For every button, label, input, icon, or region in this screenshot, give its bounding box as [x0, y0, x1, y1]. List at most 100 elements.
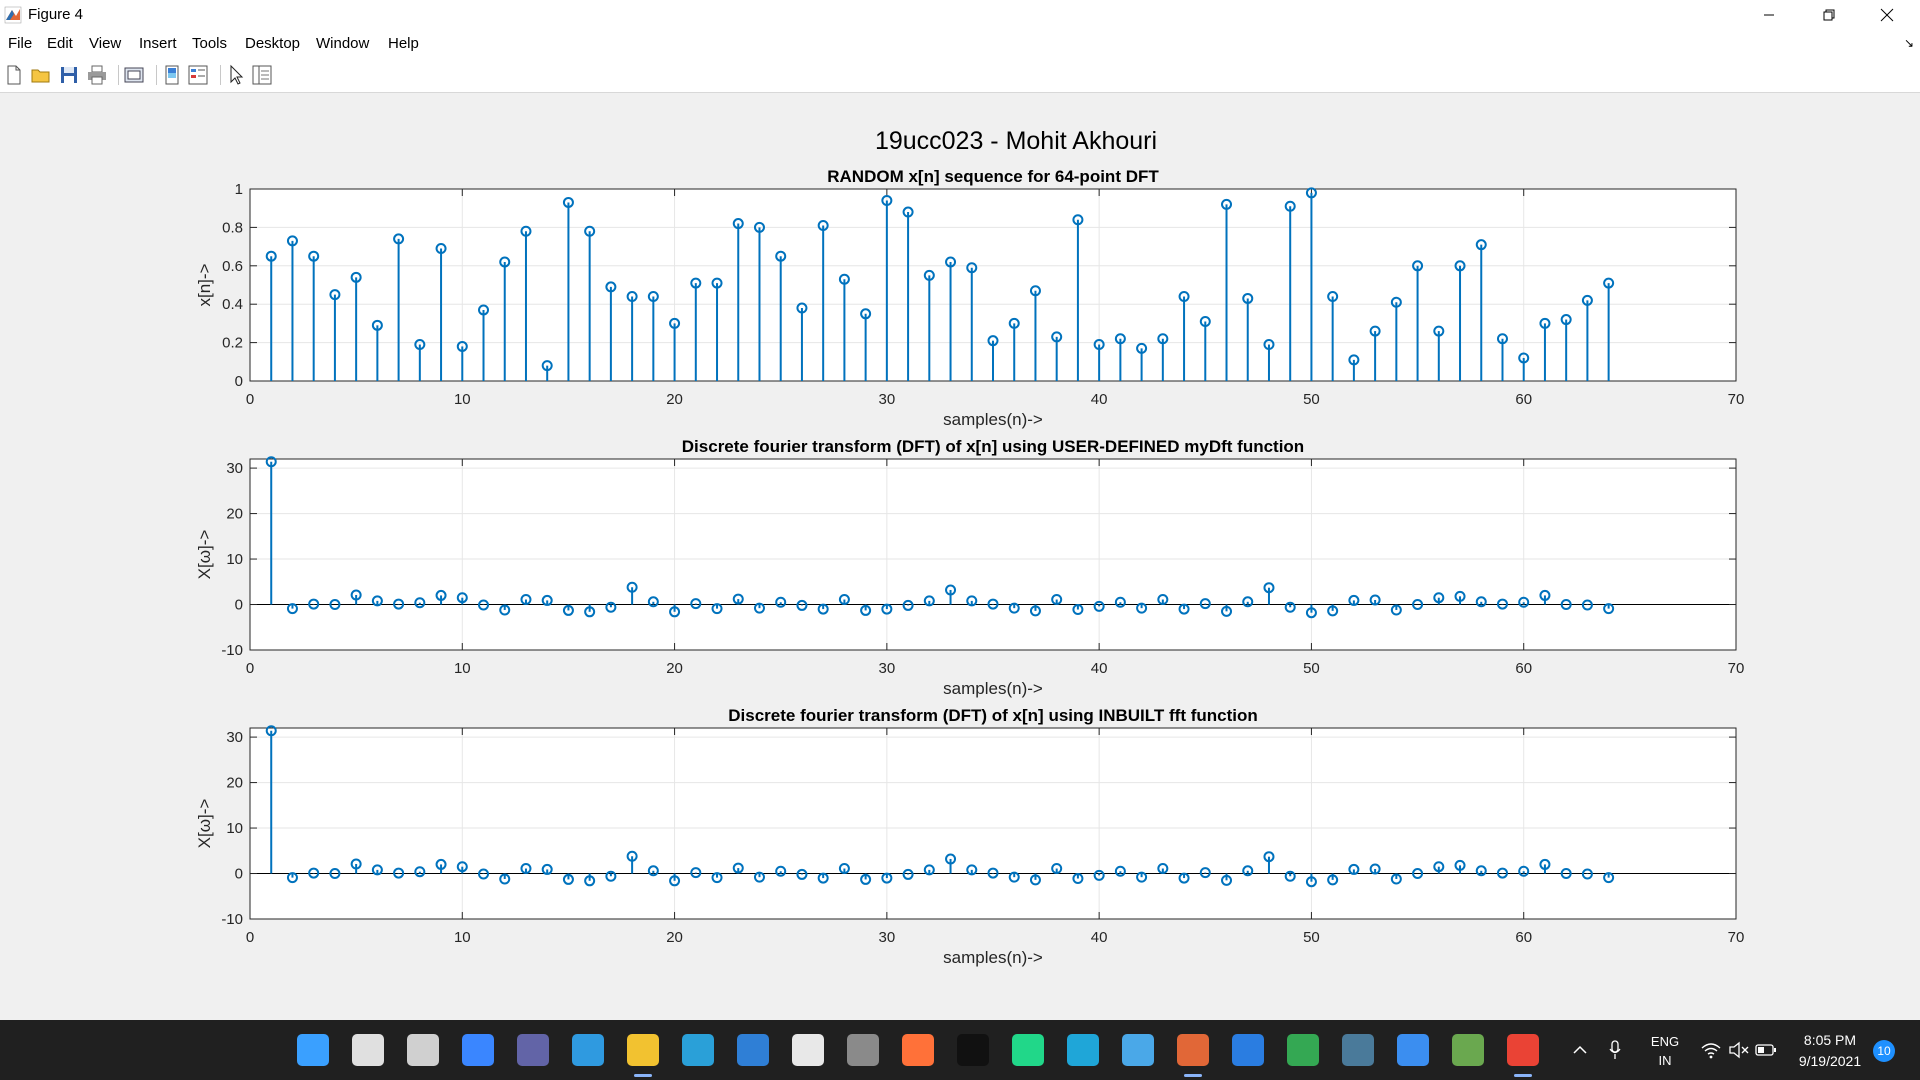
- y-tick-label: 0: [235, 866, 243, 883]
- y-tick-label: 0: [235, 373, 243, 390]
- y-tick-label: -10: [221, 911, 243, 928]
- start-icon[interactable]: [297, 1034, 329, 1066]
- notepad-icon[interactable]: [1122, 1034, 1154, 1066]
- terminal-icon[interactable]: [957, 1034, 989, 1066]
- bing-icon[interactable]: [1232, 1034, 1264, 1066]
- menu-tools[interactable]: Tools: [192, 35, 227, 52]
- calculator-icon[interactable]: [847, 1034, 879, 1066]
- new-figure-icon[interactable]: [2, 63, 26, 87]
- toolbar-separator: [156, 65, 157, 85]
- x-tick-label: 0: [246, 391, 254, 408]
- x-tick-label: 30: [879, 660, 896, 677]
- file-explorer-icon[interactable]: [627, 1034, 659, 1066]
- clock-time[interactable]: 8:05 PM: [1790, 1032, 1870, 1048]
- vscode-icon[interactable]: [572, 1034, 604, 1066]
- x-tick-label: 0: [246, 660, 254, 677]
- wifi-icon[interactable]: [1700, 1041, 1722, 1059]
- window-title: Figure 4: [28, 6, 84, 23]
- x-tick-label: 50: [1303, 929, 1320, 946]
- menu-bar: File Edit View Insert Tools Desktop Wind…: [0, 30, 1920, 58]
- x-tick-label: 30: [879, 929, 896, 946]
- y-tick-label: 10: [226, 820, 243, 837]
- x-tick-label: 40: [1091, 391, 1108, 408]
- microphone-icon[interactable]: [1607, 1039, 1623, 1061]
- teams-chat-icon[interactable]: [517, 1034, 549, 1066]
- dropbox-icon[interactable]: [792, 1034, 824, 1066]
- running-app-indicator: [634, 1074, 652, 1077]
- x-tick-label: 50: [1303, 391, 1320, 408]
- speaker-muted-icon[interactable]: [1728, 1041, 1750, 1059]
- desktop-icon[interactable]: [682, 1034, 714, 1066]
- widgets-icon[interactable]: [462, 1034, 494, 1066]
- dock-arrow-icon[interactable]: ↘: [1904, 36, 1914, 50]
- y-tick-label: 0.8: [222, 219, 243, 236]
- x-tick-label: 70: [1728, 660, 1745, 677]
- legend-icon[interactable]: [186, 63, 210, 87]
- restore-button[interactable]: [1806, 0, 1852, 30]
- minimize-button[interactable]: [1746, 0, 1792, 30]
- language-region: IN: [1658, 1053, 1672, 1068]
- close-button[interactable]: [1864, 0, 1910, 30]
- paint-icon[interactable]: [1452, 1034, 1484, 1066]
- menu-desktop[interactable]: Desktop: [245, 35, 300, 52]
- y-tick-label: 0.4: [222, 296, 243, 313]
- x-tick-label: 20: [666, 391, 683, 408]
- running-app-indicator: [1184, 1074, 1202, 1077]
- x-tick-label: 60: [1515, 391, 1532, 408]
- y-tick-label: 30: [226, 460, 243, 477]
- battery-icon[interactable]: [1755, 1042, 1777, 1058]
- y-tick-label: 30: [226, 729, 243, 746]
- save-icon[interactable]: [57, 63, 81, 87]
- print-icon[interactable]: [85, 63, 109, 87]
- microsoft-store-icon[interactable]: [737, 1034, 769, 1066]
- y-axis-label: X[ω]->: [195, 530, 214, 580]
- search-icon[interactable]: [352, 1034, 384, 1066]
- colorbar-icon[interactable]: [160, 63, 184, 87]
- pointer-icon[interactable]: [224, 63, 248, 87]
- x-tick-label: 40: [1091, 660, 1108, 677]
- menu-help[interactable]: Help: [388, 35, 419, 52]
- x-tick-label: 20: [666, 929, 683, 946]
- taskbar: ENG IN 8:05 PM 9/19/2021: [0, 1020, 1920, 1080]
- open-file-icon[interactable]: [29, 63, 53, 87]
- matlab-icon[interactable]: [1177, 1034, 1209, 1066]
- todo-icon[interactable]: [1397, 1034, 1429, 1066]
- axes-title-1: RANDOM x[n] sequence for 64-point DFT: [827, 167, 1159, 186]
- y-tick-label: 0: [235, 597, 243, 614]
- chrome-profile-icon[interactable]: [1507, 1034, 1539, 1066]
- axes-title-3: Discrete fourier transform (DFT) of x[n]…: [728, 706, 1258, 725]
- x-tick-label: 50: [1303, 660, 1320, 677]
- x-tick-label: 10: [454, 929, 471, 946]
- pycharm-icon[interactable]: [1012, 1034, 1044, 1066]
- edge-icon[interactable]: [1067, 1034, 1099, 1066]
- x-axis-label: samples(n)->: [943, 410, 1043, 429]
- task-view-icon[interactable]: [407, 1034, 439, 1066]
- menu-view[interactable]: View: [89, 35, 121, 52]
- vmware-icon[interactable]: [1342, 1034, 1374, 1066]
- figure-toolbar: [0, 58, 1920, 93]
- running-app-indicator: [1514, 1074, 1532, 1077]
- y-tick-label: 0.6: [222, 258, 243, 275]
- x-tick-label: 40: [1091, 929, 1108, 946]
- close-icon: [1880, 8, 1894, 22]
- axes-title-2: Discrete fourier transform (DFT) of x[n]…: [682, 437, 1304, 456]
- toolbar-separator: [220, 65, 221, 85]
- language-indicator[interactable]: ENG: [1645, 1034, 1685, 1049]
- print-preview-icon[interactable]: [122, 63, 146, 87]
- figure-plots: 19ucc023 - Mohit Akhouri 0 10 20 30 40 50 60 70 0…: [195, 127, 1745, 967]
- x-tick-label: 10: [454, 660, 471, 677]
- minimize-icon: [1764, 14, 1774, 16]
- menu-window[interactable]: Window: [316, 35, 369, 52]
- x-tick-label: 70: [1728, 929, 1745, 946]
- menu-insert[interactable]: Insert: [139, 35, 177, 52]
- property-editor-icon[interactable]: [250, 63, 274, 87]
- firefox-icon[interactable]: [902, 1034, 934, 1066]
- figure-suptitle: 19ucc023 - Mohit Akhouri: [875, 127, 1157, 155]
- chrome-icon[interactable]: [1287, 1034, 1319, 1066]
- tray-overflow-icon[interactable]: [1571, 1042, 1589, 1058]
- menu-edit[interactable]: Edit: [47, 35, 73, 52]
- clock-date[interactable]: 9/19/2021: [1790, 1053, 1870, 1069]
- menu-file[interactable]: File: [8, 35, 32, 52]
- notification-badge[interactable]: 10: [1873, 1040, 1895, 1062]
- x-tick-label: 60: [1515, 929, 1532, 946]
